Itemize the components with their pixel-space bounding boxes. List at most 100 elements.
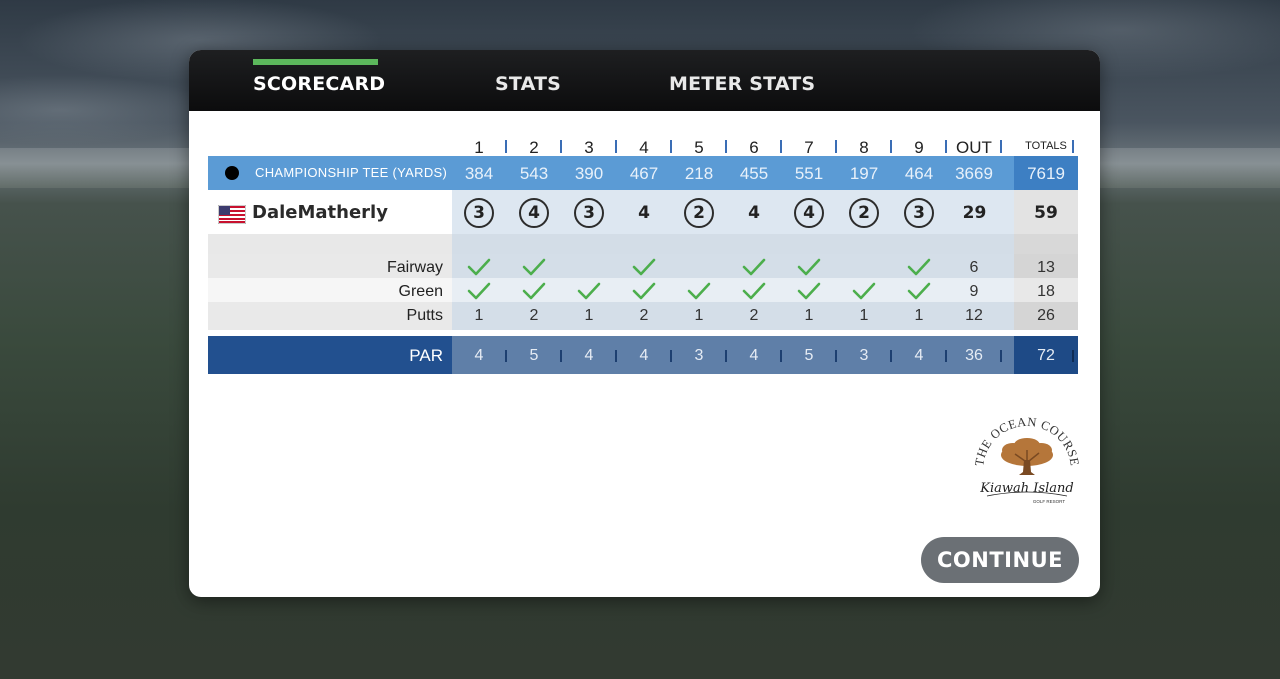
green-row: Green 9 18 [208, 278, 1078, 302]
tee-yardage: 543 [519, 164, 549, 183]
hole-score: 2 [837, 198, 891, 228]
hole-number-9: 9 [914, 138, 924, 157]
totals-header: TOTALS [1025, 140, 1067, 152]
putts-label: Putts [406, 307, 443, 324]
green-hit-check-icon [672, 281, 726, 301]
hole-number-1: 1 [474, 138, 484, 157]
fairway-hit-check-icon [892, 257, 946, 277]
tab-scorecard[interactable]: SCORECARD [253, 50, 385, 111]
hole-number-5: 5 [694, 138, 704, 157]
par-separator [1000, 350, 1002, 362]
putts-row: Putts 1 2 1 2 1 2 1 1 1 12 26 [208, 302, 1078, 330]
putts-value: 1 [859, 307, 869, 324]
tee-label: CHAMPIONSHIP TEE (YARDS) [255, 165, 448, 180]
green-hit-check-icon [782, 281, 836, 301]
par-total-value: 72 [1037, 347, 1055, 364]
tab-stats-label: STATS [495, 73, 562, 95]
spacer-row [208, 234, 1078, 254]
logo-script-text: Kiawah Island [979, 481, 1073, 496]
putts-value: 2 [749, 307, 759, 324]
player-name: DaleMatherly [252, 202, 388, 223]
putts-value: 1 [694, 307, 704, 324]
hole-score: 3 [892, 198, 946, 228]
tab-bar: SCORECARD STATS METER STATS [189, 50, 1100, 111]
tee-yardage: 551 [794, 164, 824, 183]
tee-row: CHAMPIONSHIP TEE (YARDS) 384 543 390 467 218… [208, 156, 1078, 190]
tab-meter-stats-label: METER STATS [669, 73, 816, 95]
green-hit-check-icon [892, 281, 946, 301]
scorecard-panel: SCORECARD STATS METER STATS 1 2 3 4 5 6 7 8 9 OUT… [189, 50, 1100, 597]
hole-score: 3 [452, 198, 506, 228]
spacer-holes-bg [452, 234, 1014, 254]
active-tab-indicator [253, 59, 378, 65]
putts-value: 1 [584, 307, 594, 324]
ocean-course-logo: THE OCEAN COURSE Kiawah Island GOLF RESO… [972, 415, 1081, 504]
hole-score-value: 3 [904, 198, 934, 228]
par-value: 5 [529, 347, 539, 364]
tee-yardage: 390 [574, 164, 604, 183]
tab-scorecard-label: SCORECARD [253, 73, 386, 95]
tab-meter-stats[interactable]: METER STATS [669, 50, 815, 111]
hole-score-value: 2 [849, 198, 879, 228]
fairway-row: Fairway 6 13 [208, 254, 1078, 278]
spacer-total-bg [1014, 234, 1078, 254]
tee-yardage: 455 [739, 164, 769, 183]
hole-score-value: 2 [684, 198, 714, 228]
par-value: 4 [639, 347, 649, 364]
green-hit-check-icon [507, 281, 561, 301]
fairway-hit-check-icon [727, 257, 781, 277]
hole-number-6: 6 [749, 138, 759, 157]
us-flag-icon [218, 205, 246, 224]
hole-score: 4 [507, 198, 561, 228]
green-hit-check-icon [617, 281, 671, 301]
tab-stats[interactable]: STATS [495, 50, 561, 111]
hole-number-2: 2 [529, 138, 539, 157]
tee-yardage: 384 [464, 164, 494, 183]
player-out-score: 29 [962, 203, 987, 223]
par-value: 4 [584, 347, 594, 364]
hole-score: 2 [672, 198, 726, 228]
fairway-hit-check-icon [617, 257, 671, 277]
par-out-value: 36 [965, 347, 983, 364]
hole-number-8: 8 [859, 138, 869, 157]
tee-marker-icon [225, 166, 239, 180]
tee-total-yardage: 7619 [1027, 164, 1065, 183]
column-separator [1072, 140, 1074, 153]
out-header: OUT [956, 138, 992, 157]
continue-button[interactable]: CONTINUE [921, 537, 1079, 583]
par-value: 4 [749, 347, 759, 364]
green-hit-check-icon [727, 281, 781, 301]
hole-score-value: 4 [748, 203, 760, 223]
hole-score-value: 3 [574, 198, 604, 228]
fairway-hit-check-icon [507, 257, 561, 277]
par-row: PAR 4 5 4 4 3 4 5 3 4 36 72 [208, 336, 1078, 374]
par-separator [1072, 350, 1074, 362]
hole-score-value: 3 [464, 198, 494, 228]
logo-small-text: GOLF RESORT [1033, 499, 1065, 504]
hole-score: 4 [727, 198, 781, 228]
player-total-score: 59 [1034, 203, 1058, 223]
hole-score-value: 4 [519, 198, 549, 228]
column-header-row: 1 2 3 4 5 6 7 8 9 OUT TOTALS [208, 136, 1078, 157]
putts-out-value: 12 [965, 307, 983, 324]
par-value: 5 [804, 347, 814, 364]
spacer-label-bg [208, 234, 452, 254]
par-value: 3 [859, 347, 869, 364]
hole-score-value: 4 [794, 198, 824, 228]
hole-score: 4 [782, 198, 836, 228]
putts-value: 1 [474, 307, 484, 324]
column-separator [1000, 140, 1002, 153]
green-hit-check-icon [452, 281, 506, 301]
par-value: 3 [694, 347, 704, 364]
hole-score: 4 [617, 198, 671, 228]
par-value: 4 [474, 347, 484, 364]
tee-yardage: 197 [849, 164, 879, 183]
player-row: DaleMatherly 3 4 3 4 2 4 4 2 3 29 59 [208, 190, 1078, 234]
hole-number-3: 3 [584, 138, 594, 157]
par-label: PAR [409, 346, 443, 365]
putts-value: 2 [639, 307, 649, 324]
par-value: 4 [914, 347, 924, 364]
green-hit-check-icon [837, 281, 891, 301]
green-hit-check-icon [562, 281, 616, 301]
tee-yardage: 3669 [955, 164, 993, 183]
